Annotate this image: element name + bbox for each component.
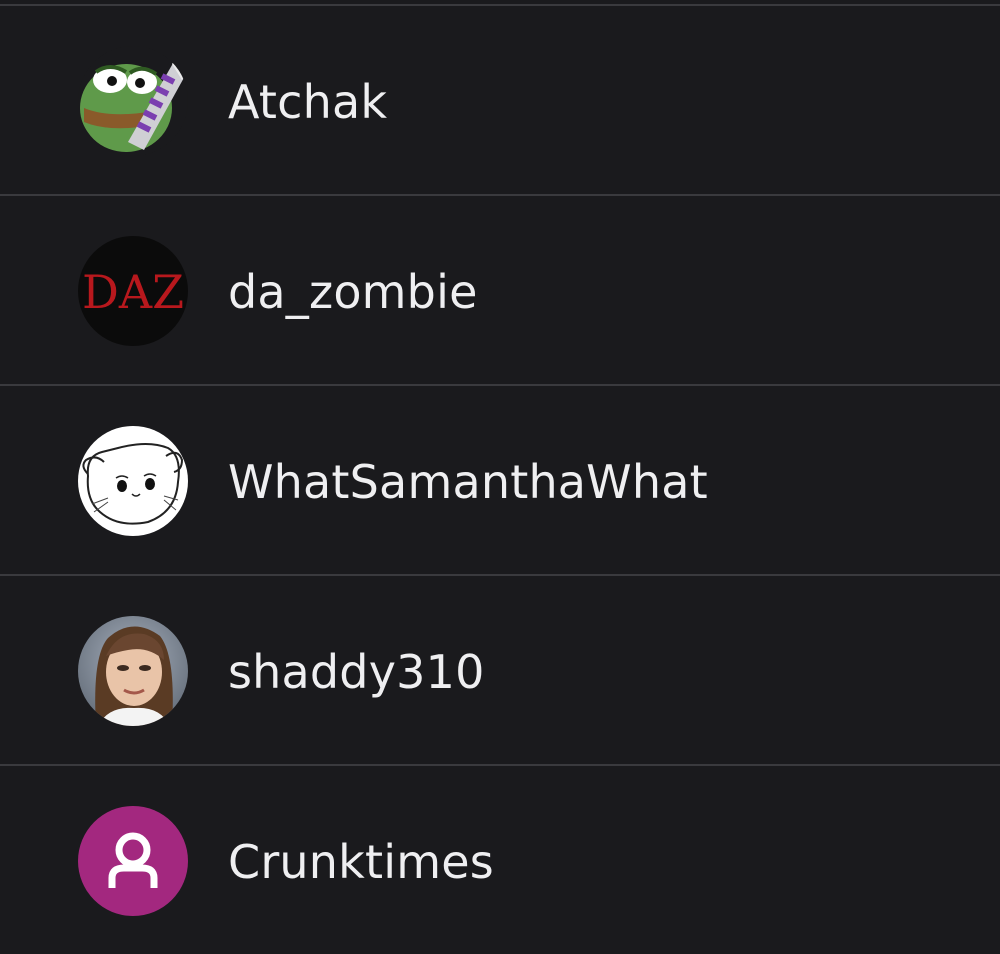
user-row-whatsamanthawhat[interactable]: WhatSamanthaWhat	[0, 386, 1000, 576]
username: shaddy310	[228, 645, 485, 699]
user-list: Atchak DAZ da_zombie WhatSamanthaWhat sh…	[0, 6, 1000, 954]
daz-logo-avatar-icon: DAZ	[78, 236, 188, 346]
daz-logo-text: DAZ	[82, 265, 184, 319]
frog-with-knife-avatar-icon	[78, 46, 188, 156]
username: Crunktimes	[228, 835, 494, 889]
portrait-photo-avatar-icon	[78, 616, 188, 726]
user-row-crunktimes[interactable]: Crunktimes	[0, 766, 1000, 954]
user-row-atchak[interactable]: Atchak	[0, 6, 1000, 196]
username: Atchak	[228, 75, 388, 129]
username: WhatSamanthaWhat	[228, 455, 708, 509]
user-row-shaddy310[interactable]: shaddy310	[0, 576, 1000, 766]
sad-cat-sketch-avatar-icon	[78, 426, 188, 536]
user-row-da-zombie[interactable]: DAZ da_zombie	[0, 196, 1000, 386]
default-user-avatar-icon	[78, 806, 188, 916]
username: da_zombie	[228, 265, 478, 319]
